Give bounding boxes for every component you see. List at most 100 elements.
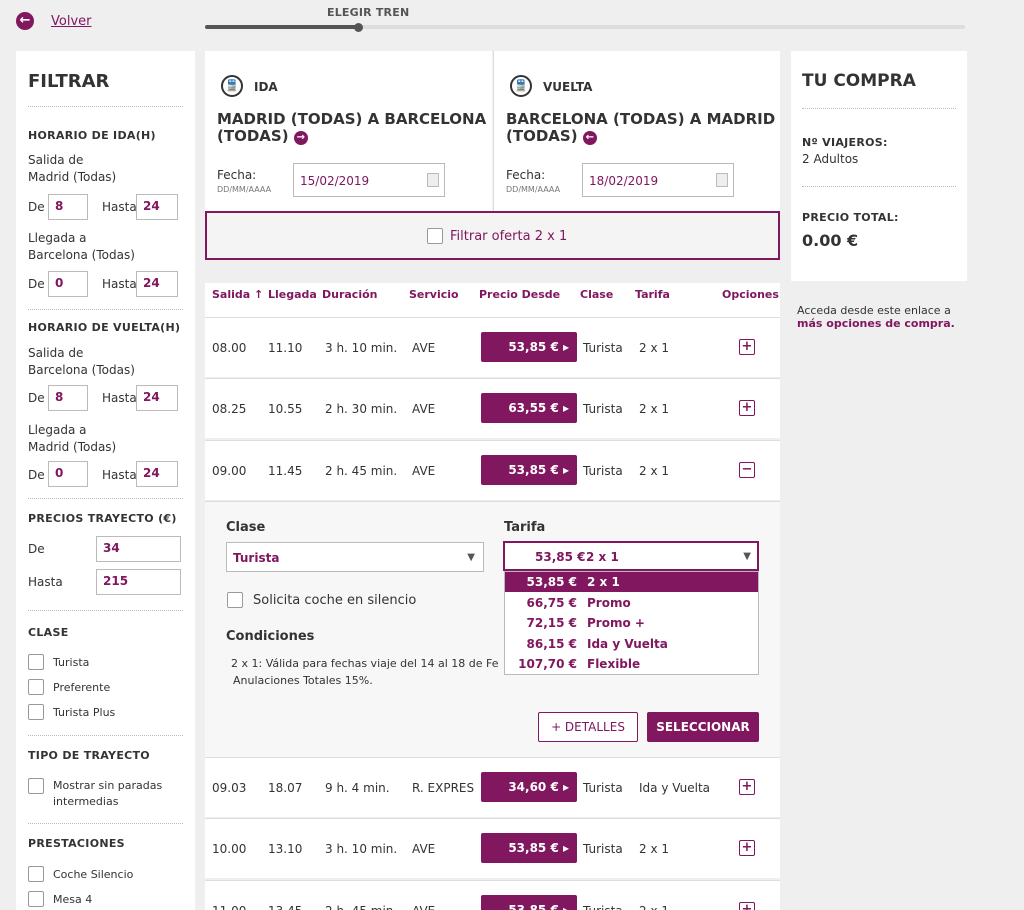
tarifa-option[interactable]: 107,70 € Flexible	[505, 654, 758, 674]
vuelta-date-input[interactable]: 18/02/2019	[582, 163, 734, 197]
hasta-label: Hasta	[102, 277, 137, 291]
hasta-label: Hasta	[102, 200, 137, 214]
ida-card: 🚆 IDA MADRID (TODAS) A BARCELONA (TODAS)…	[205, 51, 492, 211]
tarifa-option[interactable]: 86,15 € Ida y Vuelta	[505, 634, 758, 654]
salida-cell: 08.25	[212, 402, 247, 416]
mesa-4-checkbox[interactable]	[28, 891, 44, 907]
col-duracion[interactable]: Duración	[322, 288, 378, 301]
tarifa-cell: 2 x 1	[639, 464, 669, 478]
filter-sidebar: FILTRAR HORARIO DE IDA(H) Salida de Madr…	[16, 51, 195, 910]
ida-heading: HORARIO DE IDA(H)	[28, 129, 156, 142]
col-clase[interactable]: Clase	[580, 288, 613, 301]
vuelta-salida-to-input[interactable]: 24	[136, 385, 178, 411]
col-llegada[interactable]: Llegada	[268, 288, 317, 301]
hasta-label: Hasta	[102, 391, 137, 405]
precio-de-label: De	[28, 542, 45, 556]
col-servicio[interactable]: Servicio	[409, 288, 459, 301]
table-row: 09.03 18.07 9 h. 4 min. R. EXPRES Turista Ida…	[205, 757, 780, 817]
precio-total-value: 0.00 €	[802, 231, 859, 250]
back-arrow-icon[interactable]: ←	[16, 12, 34, 30]
collapse-minus-icon[interactable]: −	[739, 462, 755, 478]
more-options-link[interactable]: más opciones de compra.	[797, 317, 955, 330]
tarifa-option-name: Promo +	[587, 616, 645, 631]
precio-max-input[interactable]: 215	[96, 569, 181, 595]
tarifa-option-name: Flexible	[587, 657, 641, 672]
price-button[interactable]: 53,85 € ▸	[481, 895, 577, 910]
progress-fill	[205, 25, 359, 29]
calendar-icon[interactable]	[716, 173, 728, 187]
tarifa-cell: 2 x 1	[639, 341, 669, 355]
price-button[interactable]: 53,85 € ▸	[481, 833, 577, 863]
detalles-button[interactable]: + DETALLES	[538, 712, 638, 742]
dropdown-arrow-icon: ▼	[743, 551, 751, 562]
tarifa-option[interactable]: 53,85 € 2 x 1	[505, 572, 758, 592]
vuelta-llegada-to-input[interactable]: 24	[136, 461, 178, 487]
salida-cell: 08.00	[212, 341, 247, 355]
expand-plus-icon[interactable]: +	[739, 339, 755, 355]
clase-turista-checkbox[interactable]	[28, 654, 44, 670]
train-icon: 🚆	[221, 75, 243, 97]
tarifa-option[interactable]: 66,75 € Promo	[505, 593, 758, 613]
vuelta-llegada-from-input[interactable]: 0	[48, 461, 88, 487]
tarifa-option-price: 66,75 €	[526, 595, 577, 610]
precio-total-label: PRECIO TOTAL:	[802, 211, 899, 224]
price-button[interactable]: 34,60 € ▸	[481, 772, 577, 802]
clase-cell: Turista	[583, 842, 623, 856]
table-row: 09.00 11.45 2 h. 45 min. AVE Turista 2 x 1 53,…	[205, 440, 780, 500]
vuelta-salida-from-input[interactable]: 8	[48, 385, 88, 411]
salida-cell: 10.00	[212, 842, 247, 856]
tarifa-dropdown-list: 53,85 € 2 x 1 66,75 € Promo 72,15 € Promo + 86…	[504, 571, 759, 675]
fecha-format: DD/MM/AAAA	[506, 185, 561, 194]
clase-heading: CLASE	[28, 626, 69, 639]
col-tarifa[interactable]: Tarifa	[635, 288, 670, 301]
results-table-header: Salida ↑ Llegada Duración Servicio Preci…	[205, 283, 780, 317]
expand-plus-icon[interactable]: +	[739, 840, 755, 856]
de-label: De	[28, 391, 45, 405]
coche-silencio-checkbox[interactable]	[28, 866, 44, 882]
price-button[interactable]: 53,85 € ▸	[481, 455, 577, 485]
price-button[interactable]: 53,85 € ▸	[481, 332, 577, 362]
col-salida[interactable]: Salida ↑	[212, 288, 263, 301]
tarifa-select-name: 2 x 1	[586, 550, 619, 564]
fecha-format: DD/MM/AAAA	[217, 185, 272, 194]
ida-llegada-to-input[interactable]: 24	[136, 271, 178, 297]
silencio-checkbox[interactable]	[227, 592, 243, 608]
expand-plus-icon[interactable]: +	[739, 400, 755, 416]
route-line: MADRID (TODAS) A BARCELONA	[217, 110, 487, 128]
table-row: 10.00 13.10 3 h. 10 min. AVE Turista 2 x 1 53,…	[205, 818, 780, 878]
route-line: (TODAS)	[217, 127, 289, 145]
tarifa-option[interactable]: 72,15 € Promo +	[505, 613, 758, 633]
precio-min-input[interactable]: 34	[96, 536, 181, 562]
col-precio[interactable]: Precio Desde	[479, 288, 560, 301]
offer-filter-box[interactable]: Filtrar oferta 2 x 1	[205, 211, 780, 260]
duracion-cell: 2 h. 30 min.	[325, 402, 398, 416]
clase-select-value: Turista	[233, 551, 280, 565]
clase-preferente-checkbox[interactable]	[28, 679, 44, 695]
ida-salida-from-input[interactable]: 8	[48, 194, 88, 220]
expand-plus-icon[interactable]: +	[739, 902, 755, 910]
seleccionar-button[interactable]: SELECCIONAR	[647, 712, 759, 742]
divider	[28, 610, 183, 611]
clase-select[interactable]: Turista ▼	[226, 542, 484, 572]
sin-paradas-checkbox[interactable]	[28, 778, 44, 794]
ida-date-input[interactable]: 15/02/2019	[293, 163, 445, 197]
ida-llegada-from-input[interactable]: 0	[48, 271, 88, 297]
tarifa-cell: 2 x 1	[639, 402, 669, 416]
summary-title: TU COMPRA	[802, 71, 916, 91]
clase-option-label: Preferente	[53, 681, 111, 694]
tarifa-option-name: Promo	[587, 595, 631, 610]
precios-heading: PRECIOS TRAYECTO (€)	[28, 512, 177, 525]
salida-cell: 11.00	[212, 904, 246, 910]
tarifa-select[interactable]: 53,85 € 2 x 1 ▼	[503, 541, 759, 571]
vuelta-salida-label: Salida de Barcelona (Todas)	[28, 346, 135, 377]
back-link[interactable]: Volver	[51, 14, 92, 29]
price-button[interactable]: 63,55 € ▸	[481, 393, 577, 423]
offer-checkbox[interactable]	[427, 228, 443, 244]
clase-option-label: Turista	[53, 656, 90, 669]
ida-salida-to-input[interactable]: 24	[136, 194, 178, 220]
divider	[802, 108, 956, 109]
expand-plus-icon[interactable]: +	[739, 779, 755, 795]
calendar-icon[interactable]	[427, 173, 439, 187]
vuelta-route: BARCELONA (TODAS) A MADRID (TODAS) ←	[506, 111, 776, 145]
clase-turista-plus-checkbox[interactable]	[28, 704, 44, 720]
